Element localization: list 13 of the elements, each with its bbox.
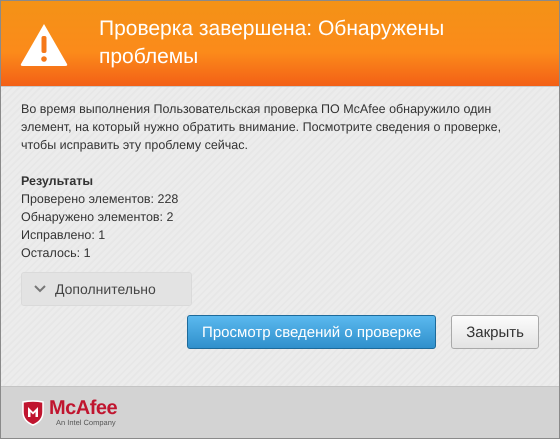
results-heading: Результаты bbox=[21, 173, 94, 190]
result-line: Осталось: 1 bbox=[21, 245, 92, 262]
result-line: Проверено элементов: 228 bbox=[21, 191, 180, 208]
result-line: Исправлено: 1 bbox=[21, 227, 106, 244]
message-text: Во время выполнения Пользовательская проверка ПО McAfee обнаружило один элемент, на который нужно обратить внимание. Посмотрите сведения о проверке, чтобы исправить эту проблему сейчас. bbox=[21, 101, 502, 154]
dialog-title: Проверка завершена: Обнаружены проблемы bbox=[99, 16, 446, 70]
result-line: Обнаружено элементов: 2 bbox=[21, 209, 174, 226]
brand-name: McAfee bbox=[49, 398, 118, 418]
shield-icon bbox=[21, 400, 45, 426]
more-button[interactable]: Дополнительно bbox=[21, 272, 192, 306]
close-button[interactable]: Закрыть bbox=[451, 315, 539, 349]
chevron-icon bbox=[34, 285, 46, 293]
warning-icon bbox=[19, 22, 69, 67]
